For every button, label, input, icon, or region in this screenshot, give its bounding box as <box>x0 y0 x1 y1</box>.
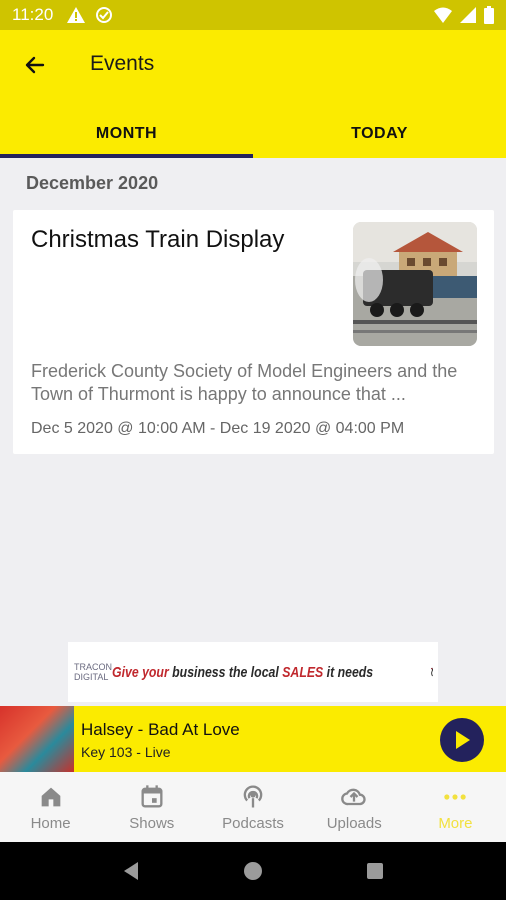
back-triangle-icon[interactable] <box>122 861 140 881</box>
event-description: Frederick County Society of Model Engine… <box>31 361 458 404</box>
battery-icon <box>484 6 494 24</box>
podcast-icon <box>243 785 263 807</box>
now-playing-title: Halsey - Bad At Love <box>81 720 240 739</box>
now-playing-station: Key 103 - Live <box>81 744 171 760</box>
banner-ad[interactable]: TRACON DIGITAL Give your business the lo… <box>68 642 438 702</box>
recents-square-icon[interactable] <box>366 862 384 880</box>
play-icon <box>456 731 470 749</box>
bottom-navigation: Home Shows Podcasts Uploads More <box>0 772 506 842</box>
play-button[interactable] <box>440 718 484 762</box>
nav-more-label: More <box>438 814 473 832</box>
cloud-upload-icon <box>341 788 366 805</box>
nav-uploads-label: Uploads <box>326 814 382 832</box>
nav-shows[interactable]: Shows <box>101 772 202 842</box>
nav-uploads[interactable]: Uploads <box>304 772 405 842</box>
signal-icon <box>460 7 476 23</box>
page-title: Events <box>90 52 155 75</box>
nav-podcasts-label: Podcasts <box>222 814 284 832</box>
more-dots-icon <box>444 793 467 800</box>
ad-slogan-part4: it needs <box>323 663 374 681</box>
event-date-range: Dec 5 2020 @ 10:00 AM - Dec 19 2020 @ 04… <box>31 420 405 437</box>
month-section-header: December 2020 <box>26 173 159 193</box>
ad-logo: TRACON DIGITAL <box>74 662 112 682</box>
nav-home[interactable]: Home <box>0 772 101 842</box>
tab-today[interactable]: TODAY <box>253 110 506 158</box>
nav-home-label: Home <box>30 814 71 832</box>
event-thumbnail <box>353 222 477 346</box>
nav-podcasts[interactable]: Podcasts <box>202 772 303 842</box>
arrow-left-icon <box>25 56 45 74</box>
ad-slogan-part1: Give your <box>112 663 169 681</box>
status-time: 11:20 <box>12 5 54 24</box>
home-icon <box>41 787 60 806</box>
system-navigation-bar <box>0 842 506 900</box>
home-circle-icon[interactable] <box>243 861 263 881</box>
wifi-icon <box>434 7 452 23</box>
data-saver-icon <box>96 7 113 23</box>
ad-slogan-part2: business the local <box>168 663 283 681</box>
event-title: Christmas Train Display <box>31 226 285 253</box>
calendar-icon <box>141 784 163 807</box>
ad-logo-text: TRACON DIGITAL <box>74 662 112 682</box>
now-playing-bar[interactable]: Halsey - Bad At Love Key 103 - Live <box>0 706 506 772</box>
album-art <box>0 706 74 772</box>
ad-slogan-part3: SALES <box>282 663 324 681</box>
tab-month[interactable]: MONTH <box>0 110 253 158</box>
status-bar: 11:20 <box>0 0 506 30</box>
model-train-photo-icon <box>353 222 477 346</box>
ad-slogan: Give your business the local SALES it ne… <box>112 664 373 681</box>
warning-icon <box>67 7 86 23</box>
ad-figure-icon <box>431 667 434 677</box>
tab-bar: MONTH TODAY <box>0 110 506 158</box>
nav-shows-label: Shows <box>129 814 175 832</box>
back-button[interactable] <box>20 50 50 80</box>
event-card[interactable]: Christmas Train Display Frederick County… <box>13 210 494 454</box>
app-bar: Events MONTH TODAY <box>0 30 506 158</box>
nav-more[interactable]: More <box>405 772 506 842</box>
